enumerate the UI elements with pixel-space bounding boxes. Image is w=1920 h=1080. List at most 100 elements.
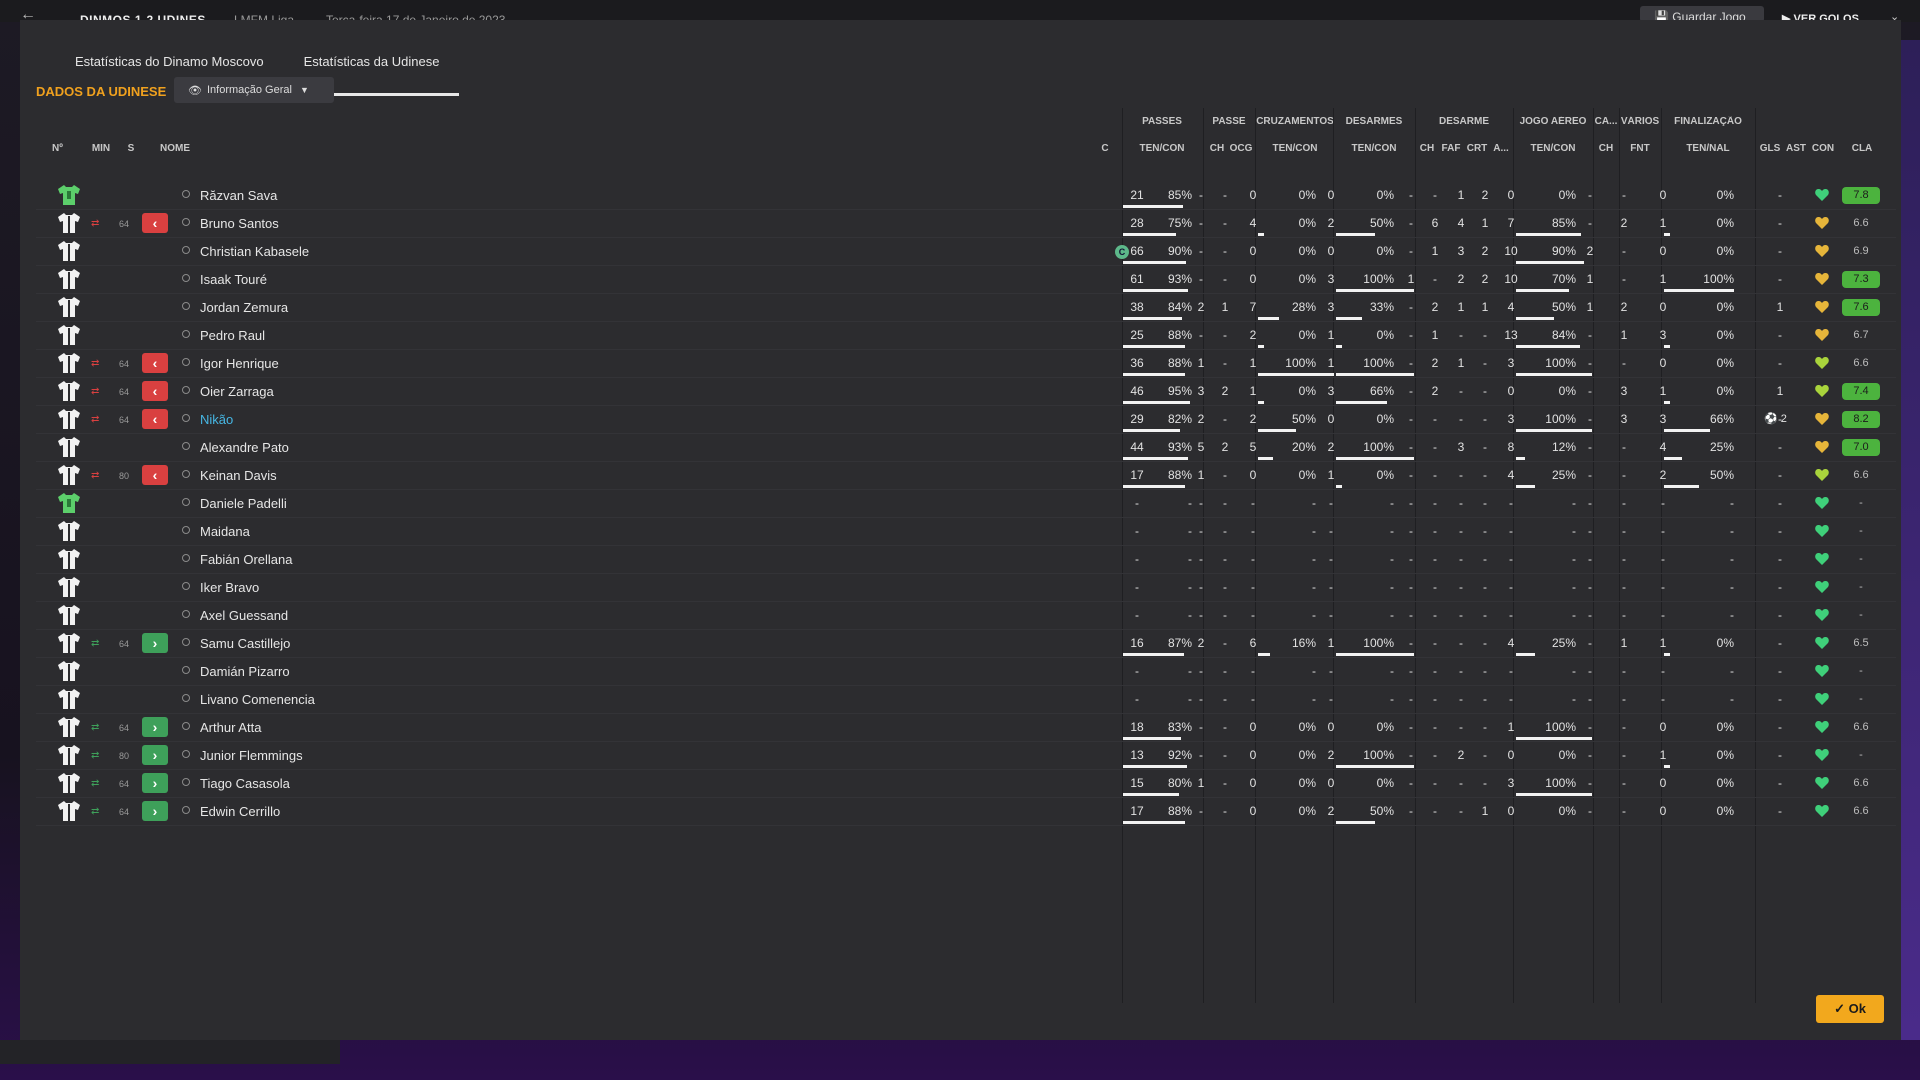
column-header-crt[interactable]: CRT	[1464, 143, 1490, 154]
table-row[interactable]: ⇄‹64Bruno Santos2875%--40%250%-641785%-2…	[36, 210, 1896, 238]
column-header-cla[interactable]: CLA	[1842, 143, 1882, 154]
column-header-c[interactable]: C	[1098, 143, 1112, 154]
stat-desar-attempts: -	[1318, 686, 1344, 714]
subbed-on-badge: ›	[142, 717, 168, 737]
column-header-d_ch[interactable]: CH	[1416, 143, 1438, 154]
player-name[interactable]: Livano Comenencia	[200, 686, 315, 713]
table-row[interactable]: Axel Guessand--------------------	[36, 602, 1896, 630]
player-name[interactable]: Alexandre Pato	[200, 434, 289, 461]
column-header-gls[interactable]: GLS	[1758, 143, 1782, 154]
table-row[interactable]: ⇄›64Edwin Cerrillo1788%--00%250%---100%-…	[36, 798, 1896, 826]
condition-heart-icon	[1814, 327, 1830, 343]
table-row[interactable]: ⇄‹64Nikão2982%2-250%00%----3100%-3366%-⚽…	[36, 406, 1896, 434]
stat-cach: -	[1578, 322, 1602, 350]
player-name[interactable]: Isaak Touré	[200, 266, 267, 293]
minutes-value: 64	[114, 770, 134, 798]
player-icon	[182, 806, 190, 814]
player-name[interactable]: Christian Kabasele	[200, 238, 309, 265]
table-row[interactable]: Iker Bravo--------------------	[36, 574, 1896, 602]
column-header-a[interactable]: A...	[1490, 143, 1512, 154]
player-name[interactable]: Maidana	[200, 518, 250, 545]
goalkeeper-shirt-icon	[58, 493, 80, 513]
completion-bar-passes	[1123, 317, 1182, 320]
table-row[interactable]: ⇄‹64Igor Henrique3688%1-1100%1100%-21-31…	[36, 350, 1896, 378]
substitution-arrows-icon: ⇄	[91, 778, 99, 789]
player-name[interactable]: Daniele Padelli	[200, 490, 287, 517]
substitution-arrows-icon: ⇄	[91, 638, 99, 649]
table-row[interactable]: ⇄‹80Keinan Davis1788%1-00%10%----425%--2…	[36, 462, 1896, 490]
player-name[interactable]: Fabián Orellana	[200, 546, 293, 573]
column-header-fin[interactable]: TEN/NAL	[1662, 143, 1754, 154]
ok-button[interactable]: ✓ Ok	[1816, 995, 1884, 1023]
player-icon	[182, 610, 190, 618]
stat-cruz-pct: -	[1272, 686, 1316, 714]
table-row[interactable]: Christian KabaseleC6690%--00%00%-1321090…	[36, 238, 1896, 266]
table-row[interactable]: ⇄›64Samu Castillejo1687%2-616%1100%----4…	[36, 630, 1896, 658]
stat-fin-attempts: 0	[1646, 350, 1680, 378]
column-header-min[interactable]: MIN	[86, 143, 116, 154]
column-header-s[interactable]: S	[124, 143, 138, 154]
condition-heart-icon	[1814, 803, 1830, 819]
player-name[interactable]: Samu Castillejo	[200, 630, 290, 657]
player-name[interactable]: Tiago Casasola	[200, 770, 290, 797]
table-row[interactable]: ⇄‹64Oier Zarraga4695%3210%366%-2--00%-31…	[36, 378, 1896, 406]
player-name[interactable]: Jordan Zemura	[200, 294, 288, 321]
column-header-nome[interactable]: NOME	[160, 143, 220, 154]
completion-bar-aer	[1516, 457, 1525, 460]
table-row[interactable]: Daniele Padelli--------------------	[36, 490, 1896, 518]
stat-faf: 1	[1422, 238, 1448, 266]
column-header-passes[interactable]: TEN/CON	[1123, 143, 1201, 154]
shirt-icon	[58, 297, 80, 317]
player-name[interactable]: Edwin Cerrillo	[200, 798, 280, 825]
player-name[interactable]: Damián Pizarro	[200, 658, 290, 685]
table-row[interactable]: Livano Comenencia--------------------	[36, 686, 1896, 714]
completion-bar-fin	[1664, 429, 1710, 432]
column-header-ch[interactable]: CH	[1206, 143, 1228, 154]
column-header-no[interactable]: Nº	[52, 143, 80, 154]
table-row[interactable]: Fabián Orellana--------------------	[36, 546, 1896, 574]
stat-crt: -	[1448, 546, 1474, 574]
player-name[interactable]: Bruno Santos	[200, 210, 279, 237]
condition-heart-icon	[1814, 663, 1830, 679]
player-name[interactable]: Junior Flemmings	[200, 742, 303, 769]
condition-heart-icon	[1814, 299, 1830, 315]
column-header-cruz[interactable]: TEN/CON	[1256, 143, 1334, 154]
table-row[interactable]: ⇄›80Junior Flemmings1392%--00%2100%--2-0…	[36, 742, 1896, 770]
shirt-icon	[58, 633, 80, 653]
completion-bar-cruz	[1258, 317, 1279, 320]
player-name[interactable]: Iker Bravo	[200, 574, 259, 601]
group-header-passes: PASSES	[1123, 116, 1201, 127]
column-header-jogo[interactable]: TEN/CON	[1514, 143, 1592, 154]
column-header-desar[interactable]: TEN/CON	[1334, 143, 1414, 154]
player-name[interactable]: Keinan Davis	[200, 462, 277, 489]
column-header-fnt[interactable]: FNT	[1620, 143, 1660, 154]
column-header-ca_ch[interactable]: CH	[1594, 143, 1618, 154]
stat-aer-pct: 12%	[1528, 434, 1576, 462]
player-name[interactable]: Arthur Atta	[200, 714, 261, 741]
table-row[interactable]: ⇄›64Tiago Casasola1580%1-00%00%----3100%…	[36, 770, 1896, 798]
column-header-ocg[interactable]: OCG	[1228, 143, 1254, 154]
table-row[interactable]: Alexandre Pato4493%52520%2100%--3-812%--…	[36, 434, 1896, 462]
stat-fnt: 1	[1604, 630, 1644, 658]
table-row[interactable]: Maidana--------------------	[36, 518, 1896, 546]
condition-heart-icon	[1814, 523, 1830, 539]
stat-a: -	[1474, 714, 1496, 742]
player-name[interactable]: Axel Guessand	[200, 602, 288, 629]
player-name[interactable]: Pedro Raul	[200, 322, 265, 349]
player-name[interactable]: Oier Zarraga	[200, 378, 274, 405]
column-header-faf[interactable]: FAF	[1438, 143, 1464, 154]
table-row[interactable]: ⇄›64Arthur Atta1883%--00%00%----1100%--0…	[36, 714, 1896, 742]
player-name[interactable]: Nikão	[200, 406, 233, 433]
table-row[interactable]: Jordan Zemura3884%21728%333%-211450%1200…	[36, 294, 1896, 322]
table-row[interactable]: Răzvan Sava2185%--00%00%--1200%--00%-7.8	[36, 182, 1896, 210]
table-row[interactable]: Pedro Raul2588%--20%10%-1--1384%-130%-6.…	[36, 322, 1896, 350]
player-name[interactable]: Răzvan Sava	[200, 182, 277, 209]
table-row[interactable]: Isaak Touré6193%--00%3100%1-221070%1-110…	[36, 266, 1896, 294]
stat-a: -	[1474, 686, 1496, 714]
stat-aer-pct: 25%	[1528, 462, 1576, 490]
column-header-ast[interactable]: AST	[1784, 143, 1808, 154]
group-header-varios: VÁRIOS	[1620, 116, 1660, 127]
player-name[interactable]: Igor Henrique	[200, 350, 279, 377]
table-row[interactable]: Damián Pizarro--------------------	[36, 658, 1896, 686]
column-header-con[interactable]: CON	[1810, 143, 1836, 154]
